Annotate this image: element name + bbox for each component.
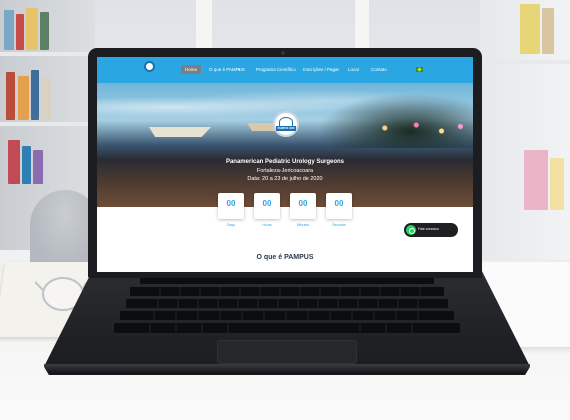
touchpad — [217, 340, 357, 364]
webcam — [281, 51, 285, 55]
book — [41, 78, 51, 120]
nav-item-home[interactable]: Home — [181, 65, 202, 74]
book — [8, 140, 20, 184]
hero-lights — [347, 113, 473, 143]
site-navbar: Home O que é PAMPUS ▾ Programa Científic… — [97, 57, 473, 83]
pampus-logo-icon[interactable] — [144, 61, 155, 72]
laptop-keyboard — [100, 274, 474, 336]
book — [6, 72, 15, 120]
pillar — [355, 0, 369, 50]
pillar — [196, 0, 212, 50]
laptop-screen: Home O que é PAMPUS ▾ Programa Científic… — [97, 57, 473, 272]
nav-item-programa-cientifico[interactable]: Programa Científico — [256, 65, 296, 74]
countdown-minutes-label: Minutes — [296, 223, 310, 227]
whatsapp-icon — [406, 225, 416, 235]
section-title: O que é PAMPUS — [256, 254, 314, 261]
book — [40, 12, 49, 50]
book — [542, 8, 554, 54]
countdown-hours-label: Hours — [262, 223, 272, 227]
countdown-days-box: 00 — [218, 193, 244, 219]
hero-logo-text: PAMPUS 2020 — [276, 126, 296, 131]
book — [4, 10, 14, 50]
book — [16, 14, 24, 50]
countdown-seconds-value: 00 — [334, 199, 344, 208]
countdown-hours-value: 00 — [262, 199, 272, 208]
book — [22, 146, 31, 184]
book — [18, 76, 29, 120]
shelf-board — [0, 52, 95, 56]
brazil-flag-icon[interactable] — [416, 67, 423, 72]
countdown-hours-box: 00 — [254, 193, 280, 219]
shelf-board — [0, 122, 95, 126]
book — [550, 158, 564, 210]
nav-item-contato[interactable]: Contato — [371, 65, 387, 74]
hero-location: Fortaleza-Jericoacoara — [256, 168, 314, 174]
book — [520, 4, 540, 54]
hero-title: Panamerican Pediatric Urology Surgeons — [225, 159, 345, 165]
countdown-seconds-label: Seconds — [332, 223, 346, 227]
book — [26, 8, 38, 50]
hero-date: Data: 20 a 23 de julho de 2020 — [247, 176, 323, 182]
hero-banner: PAMPUS 2020 Panamerican Pediatric Urolog… — [97, 83, 473, 207]
whatsapp-label: Fale conosco — [418, 227, 439, 231]
countdown-minutes-value: 00 — [298, 199, 308, 208]
nav-item-inscricoes[interactable]: Inscrições / Pagar — [303, 65, 339, 74]
laptop-lid: Home O que é PAMPUS ▾ Programa Científic… — [88, 48, 482, 278]
keyboard-keys — [114, 278, 460, 333]
countdown-days-label: Days — [227, 223, 235, 227]
countdown: 00 Days 00 Hours 00 Minutes 00 Seconds — [215, 193, 355, 233]
countdown-seconds-box: 00 — [326, 193, 352, 219]
countdown-days-value: 00 — [226, 199, 236, 208]
book — [524, 150, 548, 210]
laptop-base-edge — [44, 364, 530, 374]
bookshelf-right — [480, 0, 570, 260]
book — [31, 70, 39, 120]
nav-item-local[interactable]: Local — [348, 65, 359, 74]
boat — [149, 127, 211, 137]
whatsapp-button[interactable]: Fale conosco — [404, 223, 458, 237]
chevron-down-icon[interactable]: ▾ — [238, 65, 240, 74]
shelf-board — [480, 60, 570, 64]
countdown-minutes-box: 00 — [290, 193, 316, 219]
book — [33, 150, 43, 184]
hero-logo-icon: PAMPUS 2020 — [273, 111, 299, 137]
